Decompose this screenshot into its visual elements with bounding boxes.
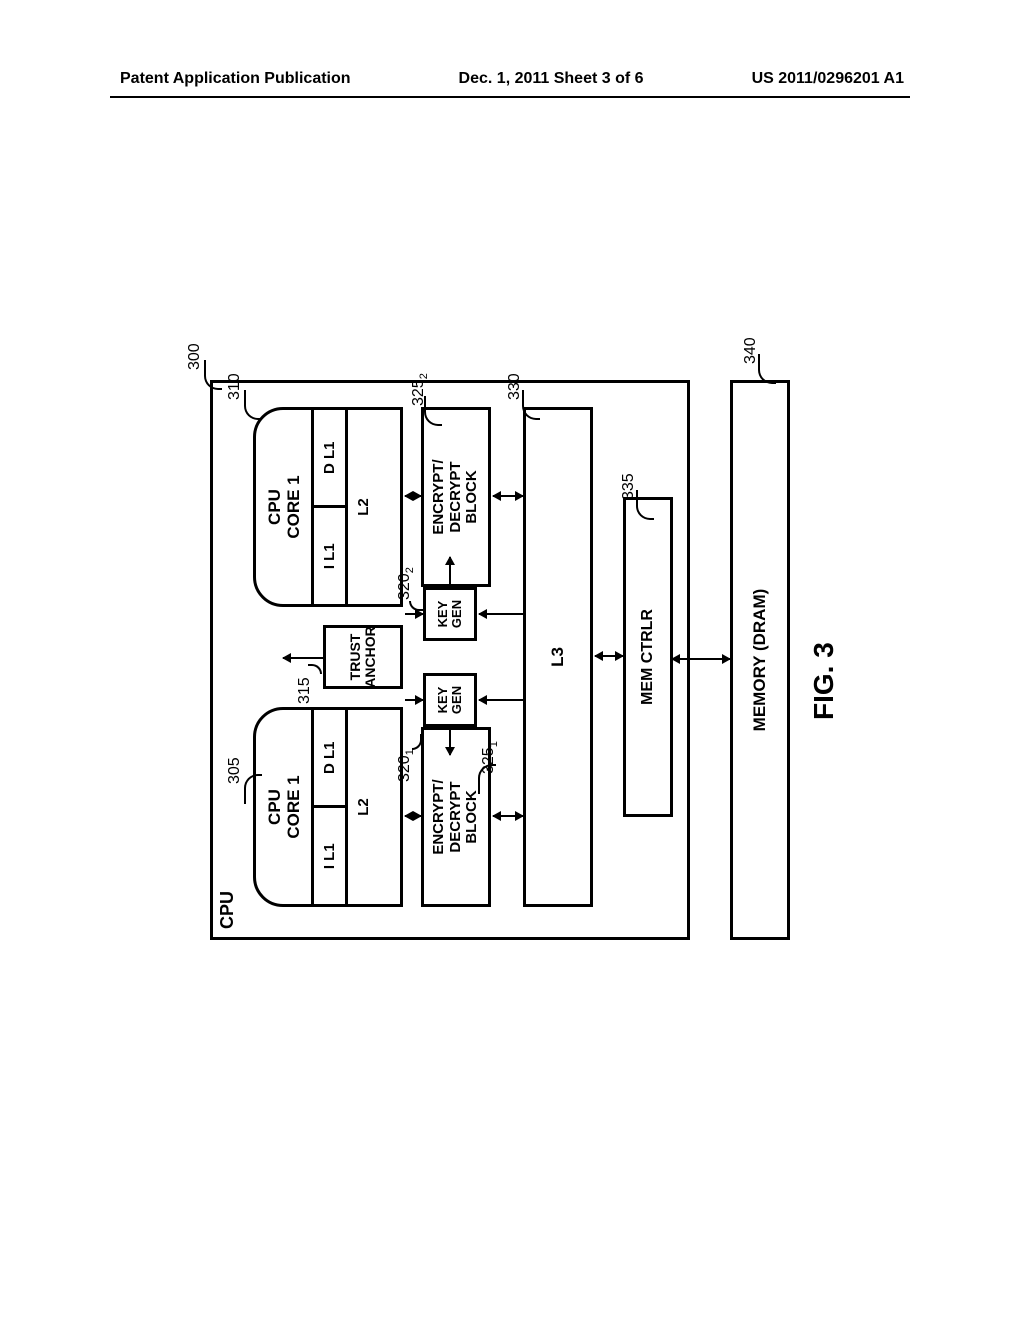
ref-320-1-val: 320: [396, 755, 413, 782]
header-mid: Dec. 1, 2011 Sheet 3 of 6: [459, 70, 644, 88]
trust-anchor: TRUST ANCHOR: [323, 625, 403, 689]
patent-page: Patent Application Publication Dec. 1, 2…: [0, 0, 1024, 1320]
arrow: [479, 699, 523, 701]
ref-310-val: 310: [226, 373, 243, 400]
core2-l2: L2: [345, 410, 379, 604]
figure-3: CPU CPU CORE 1 I L1 D L1 L2 CPU CORE 1 I…: [190, 320, 830, 960]
ref-340-val: 340: [742, 337, 759, 364]
core2-il1: I L1: [314, 506, 345, 605]
lead-icon: [478, 764, 496, 794]
arrow: [449, 727, 451, 755]
page-header: Patent Application Publication Dec. 1, 2…: [0, 70, 1024, 88]
arrow: [405, 699, 423, 701]
arrow: [405, 613, 423, 615]
ref-320-2-val: 320: [396, 573, 413, 600]
key-gen-1: KEY GEN: [423, 673, 477, 727]
core1-title: CPU CORE 1: [256, 710, 303, 904]
cpu-core-1: CPU CORE 1 I L1 D L1 L2: [253, 707, 403, 907]
lead-icon: [204, 360, 222, 390]
ref-315-val: 315: [296, 677, 313, 704]
figure-wrap: CPU CPU CORE 1 I L1 D L1 L2 CPU CORE 1 I…: [190, 320, 830, 960]
core2-l1-row: I L1 D L1: [311, 410, 345, 604]
header-rule: [110, 96, 910, 98]
core2-dl1: D L1: [314, 410, 345, 506]
ref-310: 310: [226, 373, 244, 400]
arrow: [493, 495, 523, 497]
mem-controller: MEM CTRLR: [623, 497, 673, 817]
arrow: [283, 657, 323, 659]
core1-l2: L2: [345, 710, 379, 904]
memory-dram: MEMORY (DRAM): [730, 380, 790, 940]
figure-caption: FIG. 3: [808, 642, 840, 720]
arrow: [672, 658, 730, 660]
core1-l1-row: I L1 D L1: [311, 710, 345, 904]
ref-315: 315: [296, 677, 314, 704]
ref-305: 305: [226, 757, 244, 784]
core1-dl1: D L1: [314, 710, 345, 806]
arrow: [405, 815, 421, 817]
arrow: [493, 815, 523, 817]
ref-300: 300: [186, 343, 204, 370]
l3-cache: L3: [523, 407, 593, 907]
arrow: [595, 655, 623, 657]
cpu-label: CPU: [217, 891, 238, 929]
key-gen-2: KEY GEN: [423, 587, 477, 641]
ref-335-val: 335: [620, 473, 637, 500]
ref-320-2: 3202: [396, 567, 416, 600]
lead-icon: [244, 774, 262, 804]
header-right: US 2011/0296201 A1: [752, 70, 904, 88]
arrow: [405, 495, 421, 497]
cpu-outline: CPU CPU CORE 1 I L1 D L1 L2 CPU CORE 1 I…: [210, 380, 690, 940]
arrow: [479, 613, 523, 615]
core2-title: CPU CORE 1: [256, 410, 303, 604]
arrow: [449, 557, 451, 585]
ref-330-val: 330: [506, 373, 523, 400]
ref-300-val: 300: [186, 343, 203, 370]
ref-320-1: 3201: [396, 749, 416, 782]
header-left: Patent Application Publication: [120, 70, 351, 88]
ref-305-val: 305: [226, 757, 243, 784]
encrypt-decrypt-2: ENCRYPT/ DECRYPT BLOCK: [421, 407, 491, 587]
cpu-core-2: CPU CORE 1 I L1 D L1 L2: [253, 407, 403, 607]
core1-il1: I L1: [314, 806, 345, 905]
